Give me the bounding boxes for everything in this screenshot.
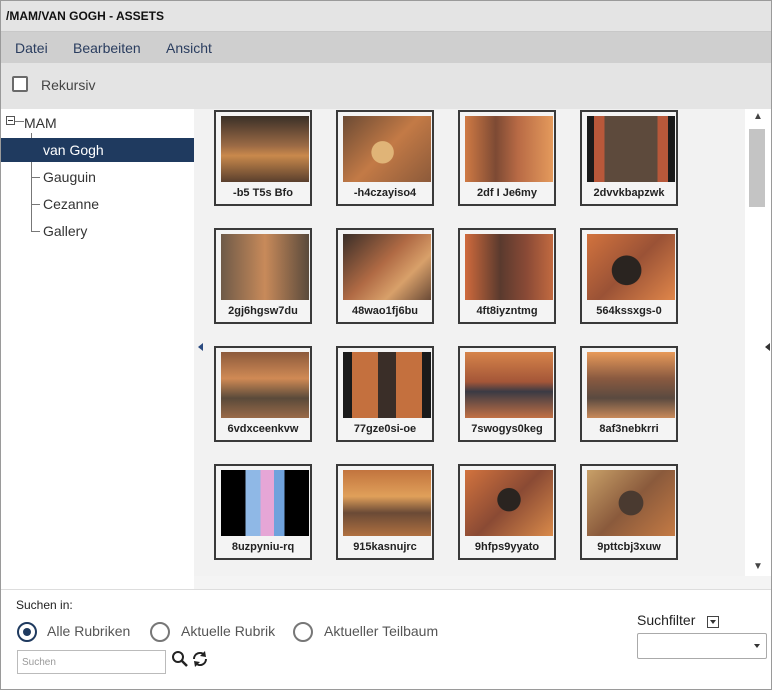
search-in-label: Suchen in: (16, 598, 73, 612)
asset-image (587, 352, 675, 418)
radio-label: Aktueller Teilbaum (324, 623, 439, 639)
tree-item-gauguin[interactable]: Gauguin (1, 165, 194, 189)
scroll-down-icon[interactable]: ▼ (753, 561, 763, 572)
asset-image (221, 116, 309, 182)
asset-image (343, 116, 431, 182)
search-filter-label: Suchfilter (637, 612, 696, 628)
recursive-label: Rekursiv (41, 77, 96, 93)
asset-image (221, 352, 309, 418)
menu-datei[interactable]: Datei (15, 40, 48, 56)
tree-item-cezanne[interactable]: Cezanne (1, 192, 194, 216)
search-input[interactable] (17, 650, 166, 674)
asset-thumbnail[interactable]: -b5 T5s Bfo (214, 110, 312, 206)
tree-item-gallery[interactable]: Gallery (1, 219, 194, 243)
collapse-left-icon[interactable] (198, 343, 203, 351)
asset-thumbnail[interactable]: 2df I Je6my (458, 110, 556, 206)
asset-image (221, 470, 309, 536)
menu-bar: Datei Bearbeiten Ansicht (1, 32, 771, 63)
asset-thumbnail[interactable]: 564kssxgs-0 (580, 228, 678, 324)
asset-thumbnail[interactable]: 4ft8iyzntmg (458, 228, 556, 324)
asset-caption: 77gze0si-oe (353, 423, 417, 435)
recursive-checkbox[interactable] (12, 76, 28, 92)
asset-caption: 2gj6hgsw7du (228, 305, 298, 317)
asset-caption: 6vdxceenkvw (227, 423, 299, 435)
asset-image (587, 470, 675, 536)
dropdown-caret-icon (754, 644, 760, 648)
asset-grid: -b5 T5s Bfo -h4czayiso4 2df I Je6my 2dvv… (194, 109, 745, 576)
asset-caption: 48wao1fj6bu (351, 305, 419, 317)
asset-caption: 8uzpyniu-rq (231, 541, 295, 553)
asset-thumbnail[interactable]: 6vdxceenkvw (214, 346, 312, 442)
asset-thumbnail[interactable]: 7swogys0keg (458, 346, 556, 442)
tree-item-van-gogh[interactable]: van Gogh (1, 138, 194, 162)
radio-aktueller-teilbaum[interactable] (293, 622, 313, 642)
asset-caption: 7swogys0keg (471, 423, 543, 435)
window-title: /MAM/VAN GOGH - ASSETS (6, 9, 165, 23)
radio-alle-rubriken[interactable] (17, 622, 37, 642)
asset-image (465, 116, 553, 182)
collapse-minus-icon[interactable] (6, 116, 15, 125)
asset-caption: 564kssxgs-0 (596, 305, 662, 317)
radio-aktuelle-rubrik[interactable] (150, 622, 170, 642)
asset-pane: -b5 T5s Bfo -h4czayiso4 2df I Je6my 2dvv… (194, 109, 771, 589)
asset-caption: 2df I Je6my (477, 187, 537, 199)
asset-thumbnail[interactable]: 2dvvkbapzwk (580, 110, 678, 206)
scrollbar-thumb[interactable] (749, 129, 765, 207)
asset-image (343, 470, 431, 536)
tree-label: van Gogh (43, 142, 104, 158)
asset-thumbnail[interactable]: 77gze0si-oe (336, 346, 434, 442)
filter-toggle-icon[interactable] (707, 616, 719, 628)
asset-caption: -h4czayiso4 (353, 187, 417, 199)
asset-image (465, 234, 553, 300)
menu-ansicht[interactable]: Ansicht (166, 40, 212, 56)
asset-thumbnail[interactable]: 8af3nebkrri (580, 346, 678, 442)
asset-thumbnail[interactable]: 8uzpyniu-rq (214, 464, 312, 560)
tree-label: MAM (24, 115, 57, 131)
asset-caption: 9hfps9yyato (474, 541, 540, 553)
menu-bearbeiten[interactable]: Bearbeiten (73, 40, 141, 56)
asset-caption: 915kasnujrc (353, 541, 417, 553)
search-panel: Suchen in: Alle Rubriken Aktuelle Rubrik… (1, 589, 771, 689)
asset-image (465, 352, 553, 418)
asset-image (587, 234, 675, 300)
asset-thumbnail[interactable]: 2gj6hgsw7du (214, 228, 312, 324)
search-icon[interactable] (171, 650, 189, 670)
title-bar: /MAM/VAN GOGH - ASSETS (1, 1, 771, 32)
refresh-icon[interactable] (191, 650, 209, 670)
asset-caption: 8af3nebkrri (599, 423, 659, 435)
radio-label: Alle Rubriken (47, 623, 131, 639)
tree-item-mam[interactable]: MAM (1, 111, 194, 135)
tree-connector (15, 121, 24, 122)
radio-label: Aktuelle Rubrik (181, 623, 276, 639)
collapse-right-icon[interactable] (765, 343, 770, 351)
asset-image (343, 352, 431, 418)
asset-caption: 2dvvkbapzwk (593, 187, 665, 199)
asset-thumbnail[interactable]: 48wao1fj6bu (336, 228, 434, 324)
assets-window: /MAM/VAN GOGH - ASSETS Datei Bearbeiten … (0, 0, 772, 690)
asset-image (221, 234, 309, 300)
asset-thumbnail[interactable]: 9hfps9yyato (458, 464, 556, 560)
gallery: -b5 T5s Bfo -h4czayiso4 2df I Je6my 2dvv… (214, 109, 694, 576)
asset-caption: 4ft8iyzntmg (476, 305, 538, 317)
asset-image (587, 116, 675, 182)
toolbar: Rekursiv (1, 63, 771, 109)
asset-image (465, 470, 553, 536)
asset-caption: -b5 T5s Bfo (233, 187, 293, 199)
folder-tree: MAM van Gogh Gauguin Cezanne Gallery (1, 109, 194, 589)
asset-image (343, 234, 431, 300)
asset-thumbnail[interactable]: -h4czayiso4 (336, 110, 434, 206)
asset-thumbnail[interactable]: 9pttcbj3xuw (580, 464, 678, 560)
tree-label: Cezanne (43, 196, 100, 212)
scroll-up-icon[interactable]: ▲ (753, 111, 763, 122)
asset-thumbnail[interactable]: 915kasnujrc (336, 464, 434, 560)
tree-label: Gauguin (43, 169, 96, 185)
asset-caption: 9pttcbj3xuw (597, 541, 661, 553)
tree-label: Gallery (43, 223, 88, 239)
search-filter-select[interactable] (637, 633, 767, 659)
